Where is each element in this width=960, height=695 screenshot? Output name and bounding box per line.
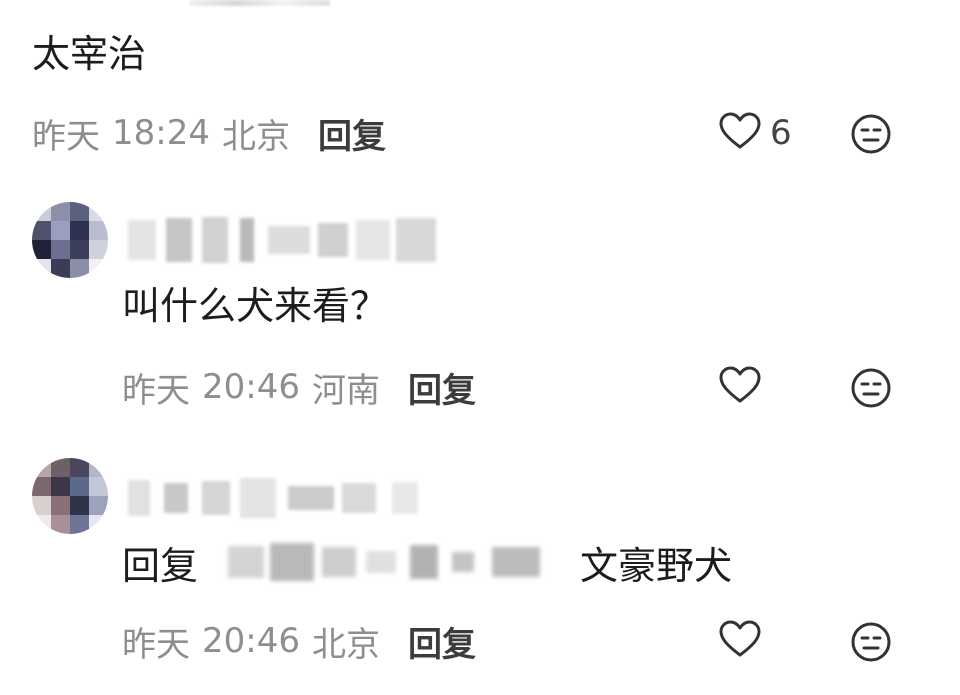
heart-outline-icon[interactable]	[718, 619, 762, 663]
comment-3-meta: 昨天 20:46 北京 回复	[122, 617, 476, 666]
comment-1-text: 太宰治	[32, 32, 147, 76]
comment-2-date: 昨天	[122, 370, 190, 411]
comment-3-time: 20:46	[202, 621, 300, 661]
comment-1-like-button[interactable]: 6	[718, 110, 792, 156]
comment-3-reply-prefix: 回复	[122, 543, 199, 588]
comment-1-reply-button[interactable]: 回复	[318, 109, 386, 158]
heart-outline-icon[interactable]	[718, 111, 762, 155]
comment-2-username-blurred[interactable]	[128, 212, 436, 268]
cropped-username-blur	[190, 0, 330, 6]
reply-target-username-blurred[interactable]	[228, 542, 541, 582]
heart-outline-icon[interactable]	[718, 365, 762, 409]
comment-1-like-count: 6	[770, 113, 792, 153]
comment-3-reply-line: 回复 文豪野犬	[122, 538, 732, 588]
comment-3-location: 北京	[311, 624, 380, 665]
neutral-face-icon[interactable]	[850, 367, 892, 413]
comment-2-meta: 昨天 20:46 河南 回复	[122, 363, 476, 412]
comment-3-reply-button[interactable]: 回复	[408, 617, 476, 666]
comment-2-location: 河南	[311, 370, 380, 411]
comment-1-time: 18:24	[112, 113, 210, 153]
comment-2-text: 叫什么犬来看？	[122, 284, 389, 328]
comment-3-date: 昨天	[122, 624, 190, 665]
neutral-face-icon[interactable]	[850, 621, 892, 667]
comment-2-time: 20:46	[202, 367, 300, 407]
comment-2-like-button[interactable]	[718, 364, 770, 410]
comment-2-reply-button[interactable]: 回复	[408, 363, 476, 412]
comment-3-username-blurred[interactable]	[128, 470, 418, 526]
comment-3-text: 文豪野犬	[580, 543, 733, 588]
neutral-face-icon[interactable]	[850, 113, 892, 159]
comment-1-location: 北京	[221, 116, 290, 157]
avatar[interactable]	[32, 458, 108, 534]
comment-1-date: 昨天	[32, 116, 100, 157]
comment-list: 太宰治 昨天 18:24 北京 回复 6 叫什么犬来看？ 昨天 20:46 河南…	[0, 0, 960, 695]
avatar[interactable]	[32, 202, 108, 278]
comment-1-meta: 昨天 18:24 北京 回复	[32, 109, 386, 158]
comment-3-like-button[interactable]	[718, 618, 770, 664]
